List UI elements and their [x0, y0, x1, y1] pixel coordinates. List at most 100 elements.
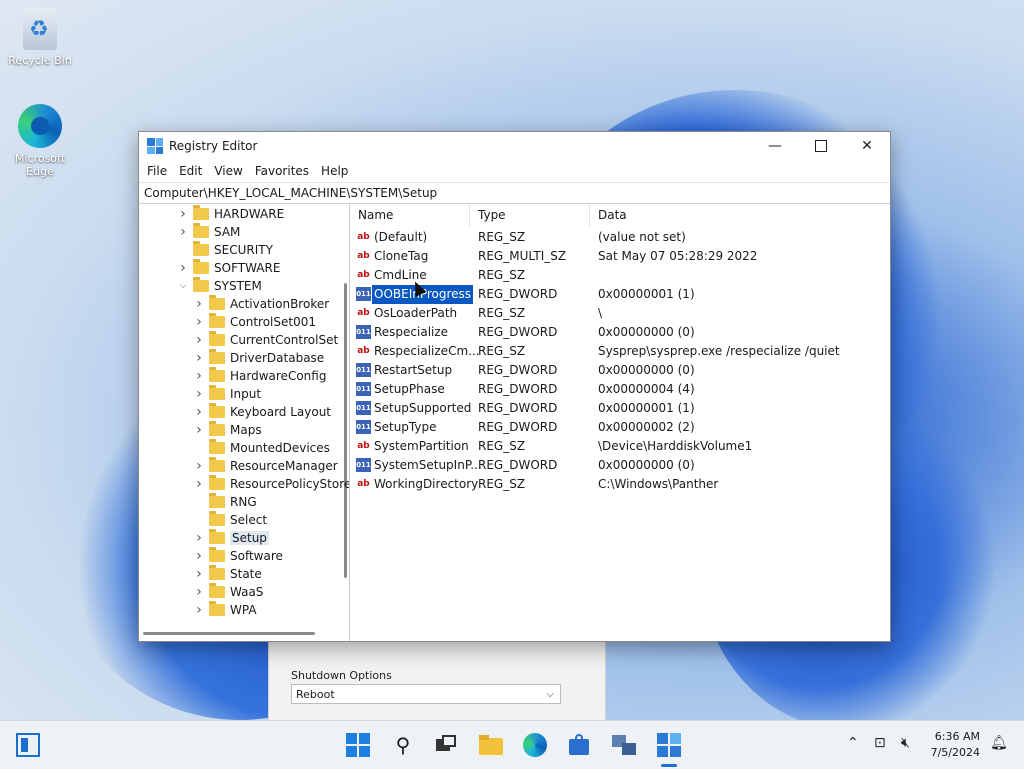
- string-value-icon: ab: [357, 308, 370, 318]
- table-row[interactable]: ab RespecializeCm... REG_SZ Sysprep\sysprep…: [350, 342, 890, 361]
- menu-file[interactable]: File: [141, 164, 173, 178]
- tree-item[interactable]: › SAM: [177, 223, 240, 241]
- binary-value-icon: 011: [356, 458, 371, 472]
- menu-favorites[interactable]: Favorites: [249, 164, 315, 178]
- column-header-data[interactable]: Data: [590, 203, 880, 227]
- chevron-right-icon[interactable]: ›: [193, 602, 205, 618]
- chevron-right-icon[interactable]: ›: [193, 422, 205, 438]
- chevron-right-icon[interactable]: ›: [193, 530, 205, 546]
- edge-icon: [18, 104, 62, 148]
- tree-item[interactable]: › HARDWARE: [177, 205, 284, 223]
- chevron-right-icon[interactable]: ›: [193, 296, 205, 312]
- address-bar[interactable]: Computer\HKEY_LOCAL_MACHINE\SYSTEM\Setup: [139, 182, 890, 204]
- speaker-muted-icon[interactable]: 🔇︎: [901, 735, 910, 751]
- chevron-right-icon[interactable]: ›: [193, 476, 205, 492]
- tree-item[interactable]: › Software: [193, 547, 283, 565]
- chevron-right-icon[interactable]: ›: [193, 314, 205, 330]
- tree-item[interactable]: › Maps: [193, 421, 262, 439]
- active-app-indicator: [661, 764, 677, 767]
- tree-item[interactable]: MountedDevices: [193, 439, 330, 457]
- tree-item[interactable]: › Keyboard Layout: [193, 403, 331, 421]
- search-icon[interactable]: ⚲: [391, 733, 415, 757]
- table-row[interactable]: ab CmdLine REG_SZ: [350, 266, 890, 285]
- chevron-right-icon[interactable]: ›: [193, 458, 205, 474]
- clock[interactable]: 6:36 AM 7/5/2024: [931, 729, 980, 761]
- tree-item[interactable]: › ControlSet001: [193, 313, 316, 331]
- value-data: 0x00000000 (0): [598, 325, 695, 339]
- chevron-right-icon[interactable]: ›: [193, 368, 205, 384]
- string-value-icon: ab: [357, 441, 370, 451]
- table-row[interactable]: 011 SystemSetupInP... REG_DWORD 0x00000000 …: [350, 456, 890, 475]
- tree-item[interactable]: › DriverDatabase: [193, 349, 324, 367]
- task-view-icon[interactable]: [434, 733, 458, 757]
- table-row[interactable]: ab CloneTag REG_MULTI_SZ Sat May 07 05:28:2…: [350, 247, 890, 266]
- table-row[interactable]: ab (Default) REG_SZ (value not set): [350, 228, 890, 247]
- tree-item[interactable]: SECURITY: [177, 241, 273, 259]
- column-header-name[interactable]: Name: [350, 203, 470, 227]
- tree-item[interactable]: › ResourcePolicyStore: [193, 475, 349, 493]
- table-row[interactable]: ab SystemPartition REG_SZ \Device\HarddiskV…: [350, 437, 890, 456]
- chevron-right-icon[interactable]: ›: [193, 404, 205, 420]
- chevron-right-icon[interactable]: ›: [193, 386, 205, 402]
- tree-item[interactable]: › Input: [193, 385, 261, 403]
- chevron-right-icon[interactable]: ›: [193, 350, 205, 366]
- chevron-right-icon[interactable]: ›: [177, 224, 189, 240]
- tree-item[interactable]: › WPA: [193, 601, 257, 619]
- chevron-right-icon[interactable]: ›: [193, 548, 205, 564]
- network-icon[interactable]: ⊡: [874, 735, 886, 751]
- tree-item[interactable]: ⌵ SYSTEM: [177, 277, 262, 295]
- store-icon[interactable]: [567, 733, 591, 757]
- widgets-button[interactable]: [16, 733, 40, 757]
- column-header-type[interactable]: Type: [470, 203, 590, 227]
- table-row[interactable]: ab OsLoaderPath REG_SZ \: [350, 304, 890, 323]
- registry-editor-taskbar-icon[interactable]: [657, 733, 681, 757]
- title-bar[interactable]: Registry Editor — ✕: [139, 132, 890, 160]
- tree-horizontal-scrollbar[interactable]: [143, 632, 315, 635]
- menu-help[interactable]: Help: [315, 164, 354, 178]
- menu-view[interactable]: View: [208, 164, 248, 178]
- tree-item[interactable]: › ResourceManager: [193, 457, 338, 475]
- tree-item[interactable]: › CurrentControlSet: [193, 331, 338, 349]
- tree-item[interactable]: › ActivationBroker: [193, 295, 329, 313]
- maximize-button[interactable]: [798, 132, 844, 160]
- edge-taskbar-icon[interactable]: [523, 733, 547, 757]
- menu-edit[interactable]: Edit: [173, 164, 208, 178]
- tree-vertical-scrollbar[interactable]: [344, 283, 347, 578]
- table-row[interactable]: 011 Respecialize REG_DWORD 0x00000000 (0): [350, 323, 890, 342]
- tree-item[interactable]: › WaaS: [193, 583, 263, 601]
- table-row[interactable]: 011 RestartSetup REG_DWORD 0x00000000 (0): [350, 361, 890, 380]
- value-type: REG_DWORD: [478, 325, 558, 339]
- table-row[interactable]: 011 SetupSupported REG_DWORD 0x00000001 (1): [350, 399, 890, 418]
- binary-value-icon: 011: [356, 382, 371, 396]
- network-app-icon[interactable]: [612, 733, 636, 757]
- chevron-right-icon[interactable]: ›: [177, 260, 189, 276]
- desktop-icon-edge[interactable]: Microsoft Edge: [2, 104, 78, 178]
- table-row[interactable]: 011 SetupPhase REG_DWORD 0x00000004 (4): [350, 380, 890, 399]
- table-row[interactable]: 011 OOBEInProgress REG_DWORD 0x00000001 (1): [350, 285, 890, 304]
- tree-item[interactable]: › HardwareConfig: [193, 367, 326, 385]
- tree-item[interactable]: Select: [193, 511, 267, 529]
- value-type: REG_DWORD: [478, 401, 558, 415]
- file-explorer-icon[interactable]: [479, 733, 503, 757]
- chevron-up-icon[interactable]: ⌃: [847, 735, 859, 751]
- chevron-right-icon[interactable]: ›: [177, 206, 189, 222]
- tree-item[interactable]: › SOFTWARE: [177, 259, 280, 277]
- tree-item[interactable]: RNG: [193, 493, 257, 511]
- chevron-down-icon[interactable]: ⌵: [177, 281, 189, 291]
- desktop-icon-recycle-bin[interactable]: Recycle Bin: [2, 8, 78, 67]
- notification-icon[interactable]: 🔔︎: [990, 735, 1008, 751]
- chevron-right-icon[interactable]: ›: [193, 332, 205, 348]
- tree-item[interactable]: › Setup: [193, 529, 269, 547]
- chevron-right-icon[interactable]: ›: [193, 566, 205, 582]
- table-row[interactable]: ab WorkingDirectory REG_SZ C:\Windows\Panth…: [350, 475, 890, 494]
- table-row[interactable]: 011 SetupType REG_DWORD 0x00000002 (2): [350, 418, 890, 437]
- folder-icon: [209, 475, 225, 490]
- chevron-right-icon[interactable]: ›: [193, 584, 205, 600]
- tree-item[interactable]: › State: [193, 565, 262, 583]
- minimize-button[interactable]: —: [752, 132, 798, 160]
- start-button[interactable]: [346, 733, 370, 757]
- folder-icon: [193, 223, 209, 238]
- close-button[interactable]: ✕: [844, 132, 890, 160]
- value-name: (Default): [374, 230, 428, 244]
- shutdown-options-select[interactable]: Reboot ⌵: [291, 684, 561, 704]
